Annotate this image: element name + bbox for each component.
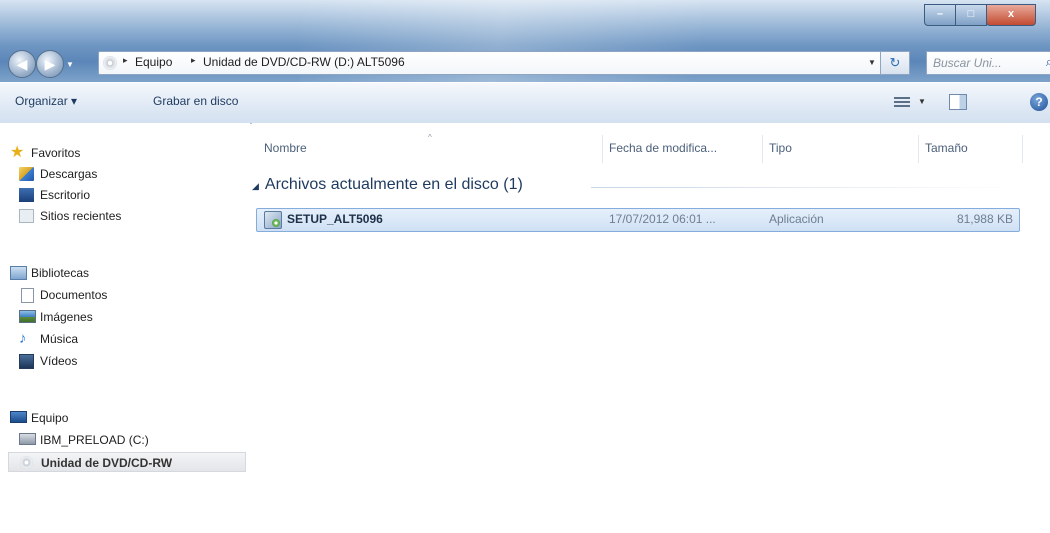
documents-icon — [21, 288, 34, 303]
nav-item-dvd-drive[interactable]: Unidad de DVD/CD-RW — [8, 452, 246, 472]
nav-item-sitios-recientes[interactable]: Sitios recientes — [19, 206, 199, 226]
minimize-button[interactable]: – — [924, 4, 956, 26]
nav-label: Bibliotecas — [31, 266, 90, 280]
group-divider — [591, 187, 1021, 188]
breadcrumb-separator-icon[interactable]: ▸ — [123, 55, 128, 66]
column-header-size[interactable]: Tamaño — [925, 141, 968, 155]
desktop-icon — [19, 188, 34, 202]
column-header-name[interactable]: Nombre — [264, 141, 307, 155]
maximize-button[interactable]: □ — [955, 4, 987, 26]
column-header-type[interactable]: Tipo — [769, 141, 792, 155]
breadcrumb-dvd-drive[interactable]: Unidad de DVD/CD-RW (D:) ALT5096 — [203, 55, 405, 69]
nav-item-documentos[interactable]: Documentos — [19, 285, 199, 305]
hard-drive-icon — [19, 433, 36, 445]
collapse-group-icon[interactable]: ◢ — [252, 181, 259, 191]
file-size: 81,988 KB — [956, 212, 1013, 226]
breadcrumb-equipo[interactable]: Equipo — [135, 55, 172, 69]
search-icon[interactable]: ⌕ — [1046, 54, 1050, 70]
column-divider[interactable] — [918, 135, 919, 163]
breadcrumb-separator-icon[interactable]: ▸ — [191, 55, 196, 66]
downloads-folder-icon — [19, 167, 34, 181]
file-date: 17/07/2012 06:01 ... — [609, 212, 716, 226]
nav-item-imagenes[interactable]: Imágenes — [19, 307, 199, 327]
computer-icon — [10, 411, 27, 423]
column-divider[interactable] — [602, 135, 603, 163]
nav-label: Unidad de DVD/CD-RW — [41, 456, 173, 470]
nav-libraries[interactable]: Bibliotecas — [10, 263, 190, 283]
organize-menu-button[interactable]: Organizar ▾ — [15, 94, 77, 108]
group-header-label: Archivos actualmente en el disco (1) — [264, 176, 523, 193]
nav-computer[interactable]: Equipo — [10, 408, 190, 428]
back-button[interactable]: ◀ — [8, 50, 36, 78]
column-header-date[interactable]: Fecha de modifica... — [609, 141, 717, 155]
command-bar: Organizar ▾ Grabar en disco ▼ ? — [0, 82, 1050, 124]
help-icon[interactable]: ? — [1030, 93, 1048, 111]
refresh-icon: ↻ — [889, 55, 901, 70]
nav-label: Vídeos — [40, 354, 78, 368]
file-list: Nombre ^ Fecha de modifica... Tipo Tamañ… — [252, 123, 1050, 533]
nav-label: Escritorio — [40, 188, 91, 202]
nav-label: Documentos — [40, 288, 108, 302]
nav-item-videos[interactable]: Vídeos — [19, 351, 199, 371]
forward-arrow-icon: ▶ — [44, 56, 56, 72]
recent-places-icon — [19, 209, 34, 223]
nav-item-descargas[interactable]: Descargas — [19, 164, 199, 184]
back-arrow-icon: ◀ — [16, 56, 28, 72]
videos-icon — [19, 354, 34, 369]
dvd-drive-icon — [20, 456, 33, 469]
view-options-dropdown-icon[interactable]: ▼ — [918, 97, 926, 106]
sort-ascending-icon: ^ — [428, 133, 432, 142]
file-name: SETUP_ALT5096 — [287, 212, 383, 226]
setup-application-icon — [264, 211, 282, 229]
title-bar: – □ x ◀ ▶ ▼ ▸ Equipo ▸ Unidad de DVD/CD-… — [0, 0, 1050, 82]
group-header[interactable]: ◢ Archivos actualmente en el disco (1) — [252, 176, 523, 194]
nav-label: Equipo — [31, 411, 69, 425]
nav-label: Favoritos — [31, 146, 81, 160]
close-button[interactable]: x — [986, 4, 1036, 26]
recent-pages-dropdown-icon[interactable]: ▼ — [66, 60, 74, 69]
favorites-star-icon: ★ — [10, 144, 25, 161]
libraries-icon — [10, 266, 27, 280]
nav-item-ibm-preload[interactable]: IBM_PRELOAD (C:) — [19, 430, 219, 450]
search-box[interactable]: Buscar Uni... ⌕ — [926, 51, 1050, 75]
change-view-icon[interactable] — [894, 95, 910, 109]
dvd-drive-icon — [103, 56, 117, 70]
nav-item-escritorio[interactable]: Escritorio — [19, 185, 199, 205]
forward-button[interactable]: ▶ — [36, 50, 64, 78]
search-placeholder: Buscar Uni... — [933, 56, 1002, 70]
address-dropdown-icon[interactable]: ▼ — [868, 58, 876, 67]
nav-label: Música — [40, 332, 79, 346]
file-type: Aplicación — [769, 212, 824, 226]
preview-pane-icon[interactable] — [949, 94, 967, 110]
nav-label: Sitios recientes — [40, 209, 122, 223]
column-divider[interactable] — [762, 135, 763, 163]
nav-favorites[interactable]: ★ Favoritos — [10, 143, 190, 163]
nav-label: IBM_PRELOAD (C:) — [40, 433, 149, 447]
navigation-pane: ★ Favoritos Descargas Escritorio Sitios … — [0, 123, 250, 533]
file-row-selected[interactable]: SETUP_ALT5096 17/07/2012 06:01 ... Aplic… — [256, 208, 1020, 232]
address-bar[interactable]: ▸ Equipo ▸ Unidad de DVD/CD-RW (D:) ALT5… — [98, 51, 900, 75]
pictures-icon — [19, 310, 36, 323]
refresh-button[interactable]: ↻ — [880, 51, 910, 75]
nav-label: Descargas — [40, 167, 98, 181]
burn-to-disc-button[interactable]: Grabar en disco — [153, 94, 238, 108]
music-note-icon: ♪ — [19, 330, 27, 347]
nav-item-musica[interactable]: ♪ Música — [19, 329, 199, 349]
nav-label: Imágenes — [40, 310, 93, 324]
column-divider[interactable] — [1022, 135, 1023, 163]
